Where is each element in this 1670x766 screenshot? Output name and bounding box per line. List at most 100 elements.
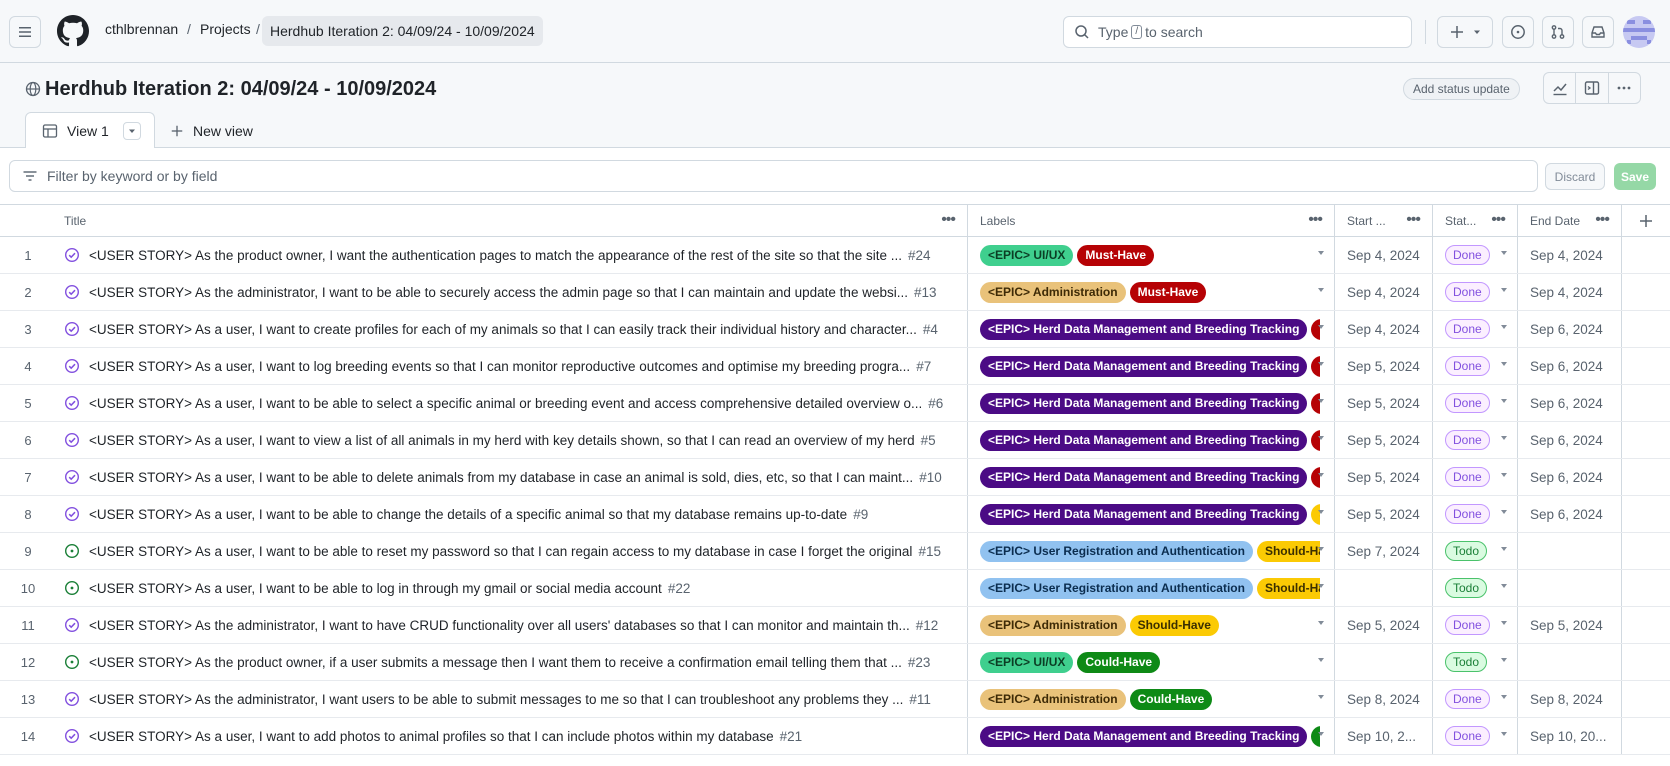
title-cell[interactable]: <USER STORY> As a user, I want to be abl…	[56, 570, 968, 606]
chevron-down-icon[interactable]	[1318, 621, 1324, 625]
table-row[interactable]: 5 <USER STORY> As a user, I want to be ab…	[0, 385, 1670, 422]
status-cell[interactable]: Done	[1433, 237, 1518, 273]
table-row[interactable]: 9 <USER STORY> As a user, I want to be ab…	[0, 533, 1670, 570]
chevron-down-icon[interactable]	[1501, 436, 1507, 440]
title-cell[interactable]: <USER STORY> As the product owner, I wan…	[56, 237, 968, 273]
labels-cell[interactable]: <EPIC> User Registration and Authenticat…	[968, 533, 1335, 569]
column-header-status[interactable]: Stat... •••	[1433, 205, 1518, 237]
label-chip[interactable]: <EPIC> Herd Data Management and Breeding…	[980, 318, 1308, 340]
issue-title-link[interactable]: <USER STORY> As the product owner, I wan…	[89, 248, 902, 263]
start-date-cell[interactable]: Sep 7, 2024	[1335, 533, 1433, 569]
avatar[interactable]	[1623, 16, 1655, 48]
chevron-down-icon[interactable]	[1318, 732, 1324, 736]
label-chip[interactable]: <EPIC> Herd Data Management and Breeding…	[980, 503, 1308, 525]
start-date-cell[interactable]: Sep 5, 2024	[1335, 496, 1433, 532]
issue-number[interactable]: #11	[909, 692, 931, 707]
label-chip[interactable]: <EPIC> User Registration and Authenticat…	[980, 540, 1253, 562]
column-menu-icon[interactable]: •••	[1308, 211, 1323, 229]
end-date-cell[interactable]	[1518, 644, 1622, 680]
label-chip[interactable]: Could-Have	[1129, 688, 1213, 710]
issue-title-link[interactable]: <USER STORY> As a user, I want to log br…	[89, 359, 910, 374]
issue-number[interactable]: #10	[919, 470, 942, 485]
start-date-cell[interactable]: Sep 5, 2024	[1335, 348, 1433, 384]
title-cell[interactable]: <USER STORY> As a user, I want to add ph…	[56, 718, 968, 754]
label-chip[interactable]: Must-Have	[1077, 244, 1155, 266]
column-header-start-date[interactable]: Start ... •••	[1335, 205, 1433, 237]
status-cell[interactable]: Done	[1433, 607, 1518, 643]
label-chip[interactable]: Should-Have	[1311, 503, 1320, 525]
label-chip[interactable]: Must-Have	[1311, 318, 1320, 340]
tab-view-1[interactable]: View 1	[25, 112, 155, 148]
chevron-down-icon[interactable]	[1501, 584, 1507, 588]
chevron-down-icon[interactable]	[1501, 251, 1507, 255]
title-cell[interactable]: <USER STORY> As a user, I want to be abl…	[56, 496, 968, 532]
label-chip[interactable]: <EPIC> Herd Data Management and Breeding…	[980, 466, 1308, 488]
labels-cell[interactable]: <EPIC> Herd Data Management and Breeding…	[968, 718, 1335, 754]
status-cell[interactable]: Done	[1433, 681, 1518, 717]
insights-button[interactable]	[1544, 80, 1575, 96]
issue-title-link[interactable]: <USER STORY> As the administrator, I wan…	[89, 618, 910, 633]
create-new-button[interactable]	[1437, 16, 1493, 48]
label-chip[interactable]: Must-Have	[1129, 281, 1207, 303]
column-menu-icon[interactable]: •••	[1491, 211, 1506, 229]
chevron-down-icon[interactable]	[1318, 658, 1324, 662]
status-cell[interactable]: Done	[1433, 496, 1518, 532]
label-chip[interactable]: <EPIC> Administration	[980, 688, 1126, 710]
inbox-button[interactable]	[1582, 16, 1614, 48]
label-chip[interactable]: Must-Have	[1311, 429, 1320, 451]
table-row[interactable]: 10 <USER STORY> As a user, I want to be a…	[0, 570, 1670, 607]
end-date-cell[interactable]: Sep 5, 2024	[1518, 607, 1622, 643]
labels-cell[interactable]: <EPIC> UI/UX Must-Have	[968, 237, 1335, 273]
search-input[interactable]: Type / to search	[1063, 16, 1412, 48]
end-date-cell[interactable]	[1518, 570, 1622, 606]
start-date-cell[interactable]	[1335, 570, 1433, 606]
chevron-down-icon[interactable]	[1318, 362, 1324, 366]
end-date-cell[interactable]: Sep 6, 2024	[1518, 311, 1622, 347]
labels-cell[interactable]: <EPIC> User Registration and Authenticat…	[968, 570, 1335, 606]
status-cell[interactable]: Todo	[1433, 644, 1518, 680]
issue-number[interactable]: #12	[916, 618, 939, 633]
issue-title-link[interactable]: <USER STORY> As a user, I want to be abl…	[89, 470, 913, 485]
pull-requests-button[interactable]	[1542, 16, 1574, 48]
issue-title-link[interactable]: <USER STORY> As a user, I want to be abl…	[89, 581, 662, 596]
label-chip[interactable]: Should-Have	[1129, 614, 1219, 636]
table-row[interactable]: 3 <USER STORY> As a user, I want to creat…	[0, 311, 1670, 348]
end-date-cell[interactable]: Sep 4, 2024	[1518, 237, 1622, 273]
table-row[interactable]: 13 <USER STORY> As the administrator, I w…	[0, 681, 1670, 718]
title-cell[interactable]: <USER STORY> As the product owner, if a …	[56, 644, 968, 680]
chevron-down-icon[interactable]	[1318, 547, 1324, 551]
issue-number[interactable]: #21	[780, 729, 803, 744]
issue-title-link[interactable]: <USER STORY> As a user, I want to view a…	[89, 433, 915, 448]
github-logo-icon[interactable]	[57, 15, 89, 47]
label-chip[interactable]: <EPIC> Administration	[980, 614, 1126, 636]
issue-title-link[interactable]: <USER STORY> As the administrator, I wan…	[89, 692, 903, 707]
issue-number[interactable]: #4	[923, 322, 938, 337]
breadcrumb-owner[interactable]: cthlbrennan	[105, 21, 178, 37]
start-date-cell[interactable]: Sep 5, 2024	[1335, 422, 1433, 458]
issues-button[interactable]	[1502, 16, 1534, 48]
start-date-cell[interactable]: Sep 8, 2024	[1335, 681, 1433, 717]
issue-title-link[interactable]: <USER STORY> As the product owner, if a …	[89, 655, 902, 670]
column-header-end-date[interactable]: End Date •••	[1518, 205, 1622, 237]
chevron-down-icon[interactable]	[1501, 399, 1507, 403]
status-cell[interactable]: Done	[1433, 348, 1518, 384]
end-date-cell[interactable]: Sep 8, 2024	[1518, 681, 1622, 717]
issue-title-link[interactable]: <USER STORY> As a user, I want to add ph…	[89, 729, 774, 744]
table-row[interactable]: 4 <USER STORY> As a user, I want to log b…	[0, 348, 1670, 385]
label-chip[interactable]: <EPIC> Herd Data Management and Breeding…	[980, 392, 1308, 414]
chevron-down-icon[interactable]	[1318, 473, 1324, 477]
chevron-down-icon[interactable]	[1318, 584, 1324, 588]
table-row[interactable]: 2 <USER STORY> As the administrator, I wa…	[0, 274, 1670, 311]
table-row[interactable]: 1 <USER STORY> As the product owner, I wa…	[0, 237, 1670, 274]
issue-title-link[interactable]: <USER STORY> As a user, I want to be abl…	[89, 507, 847, 522]
status-cell[interactable]: Done	[1433, 274, 1518, 310]
label-chip[interactable]: <EPIC> UI/UX	[980, 651, 1074, 673]
labels-cell[interactable]: <EPIC> Administration Should-Have	[968, 607, 1335, 643]
start-date-cell[interactable]: Sep 5, 2024	[1335, 385, 1433, 421]
issue-number[interactable]: #22	[668, 581, 691, 596]
save-button[interactable]: Save	[1614, 163, 1656, 190]
more-options-button[interactable]	[1609, 80, 1640, 96]
status-cell[interactable]: Done	[1433, 718, 1518, 754]
title-cell[interactable]: <USER STORY> As a user, I want to be abl…	[56, 459, 968, 495]
hamburger-menu-button[interactable]	[9, 16, 41, 48]
